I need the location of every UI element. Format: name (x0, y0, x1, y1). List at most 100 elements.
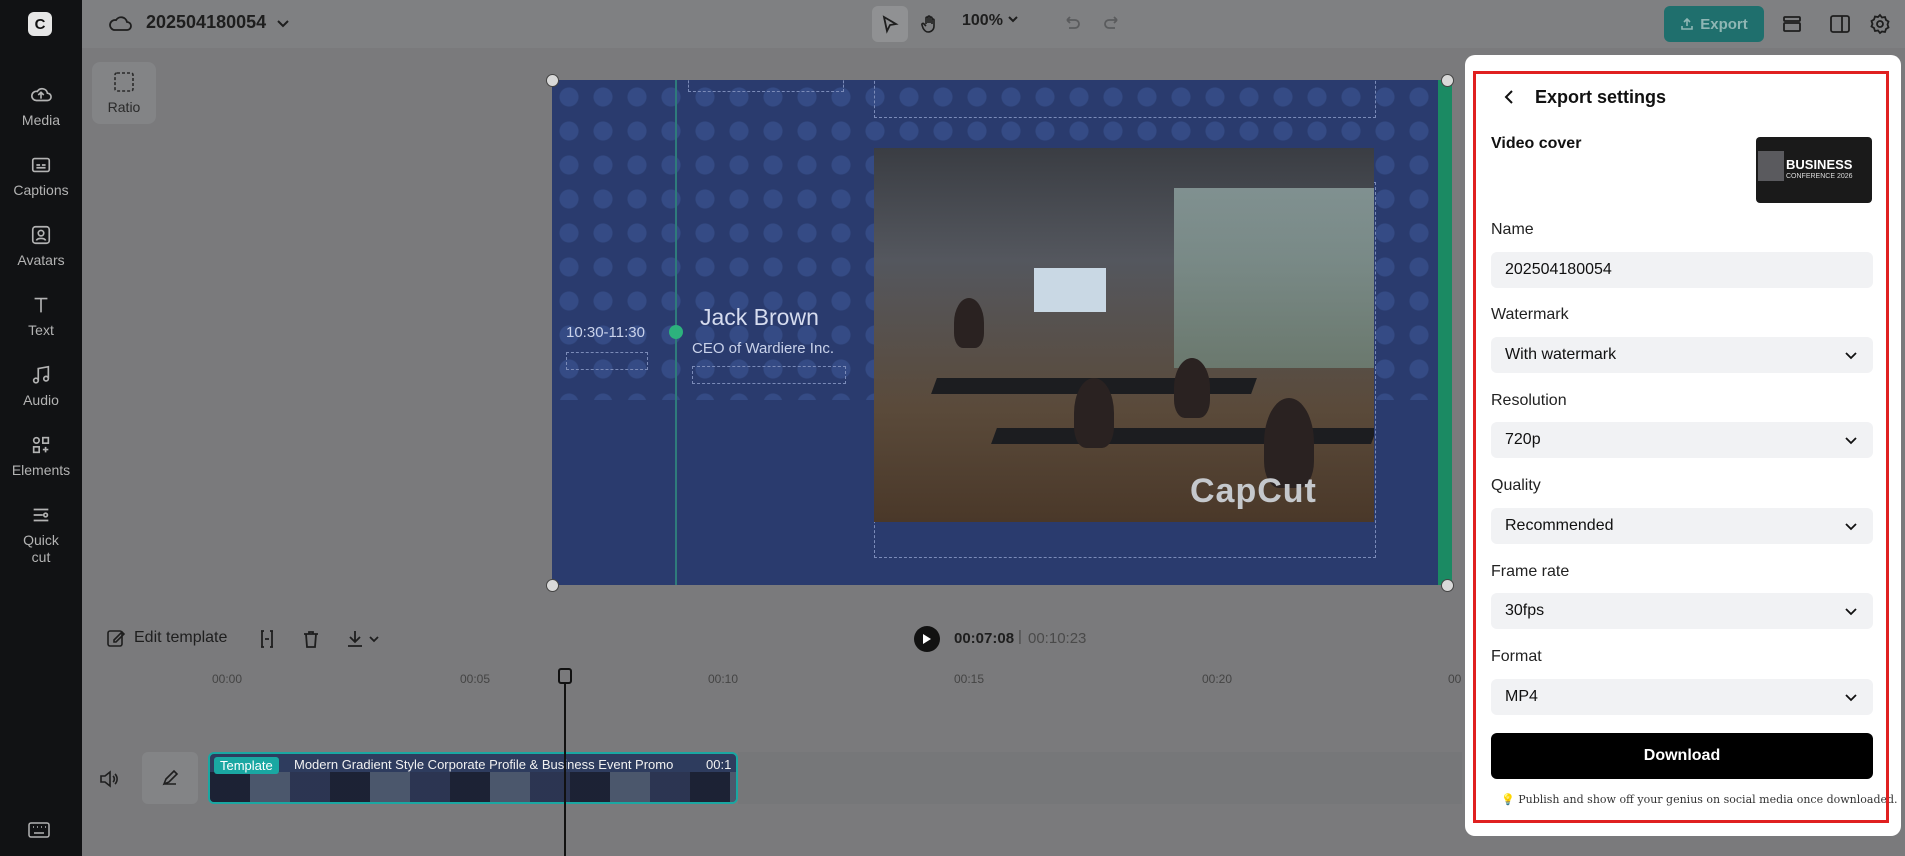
watermark-select[interactable]: With watermark (1491, 337, 1873, 373)
download-button[interactable]: Download (1491, 733, 1873, 779)
playhead-line[interactable] (564, 670, 566, 856)
text-icon (34, 297, 48, 313)
resolution-label: Resolution (1491, 392, 1567, 409)
sidebar-item-media[interactable]: Media (0, 84, 82, 129)
sidebar-item-label: Elements (11, 462, 71, 478)
ratio-button[interactable]: Ratio (92, 62, 156, 124)
layers-icon[interactable] (1780, 12, 1804, 36)
export-settings-panel: Export settings Video cover BUSINESS CON… (1465, 55, 1901, 836)
trash-icon[interactable] (300, 628, 322, 650)
undo-icon[interactable] (1060, 12, 1082, 34)
template-clip[interactable]: Template Modern Gradient Style Corporate… (208, 752, 738, 804)
preview-canvas[interactable]: 10:30-11:30 Jack Brown CEO of Wardiere I… (552, 80, 1452, 585)
zoom-dropdown[interactable]: 100% (962, 12, 1019, 30)
sidebar-item-captions[interactable]: Captions (0, 154, 82, 199)
back-arrow-icon[interactable] (1499, 87, 1519, 107)
top-bar: 202504180054 100% Export (82, 0, 1905, 48)
ruler-tick: 00:05 (460, 672, 491, 686)
redo-icon[interactable] (1102, 12, 1124, 34)
track-edit-button[interactable] (142, 752, 198, 804)
sidebar-item-quick-cut[interactable]: Quick cut (0, 504, 82, 566)
export-button[interactable]: Export (1664, 6, 1764, 42)
resize-handle[interactable] (546, 579, 559, 592)
text-box-outline[interactable] (566, 352, 648, 370)
chevron-down-icon[interactable] (368, 628, 380, 650)
chevron-down-icon (1845, 694, 1857, 702)
gear-icon[interactable] (1868, 12, 1892, 36)
cloud-sync-icon[interactable] (108, 12, 132, 36)
ruler-tick: 00:10 (708, 672, 739, 686)
resolution-value: 720p (1505, 431, 1541, 448)
photo-window (1174, 188, 1374, 368)
session-time[interactable]: 10:30-11:30 (566, 324, 645, 341)
left-sidebar: C Media Captions Avatars Text Audio Elem… (0, 0, 82, 856)
conference-photo[interactable]: CapCut (874, 148, 1374, 522)
play-button[interactable] (914, 626, 940, 652)
resize-handle[interactable] (546, 74, 559, 87)
frame-rate-select[interactable]: 30fps (1491, 593, 1873, 629)
sidebar-item-audio[interactable]: Audio (0, 364, 82, 409)
resize-handle[interactable] (1441, 74, 1454, 87)
format-select[interactable]: MP4 (1491, 679, 1873, 715)
quick-cut-icon (33, 508, 49, 522)
publish-hint-text: Publish and show off your genius on soci… (1518, 793, 1898, 806)
capcut-logo[interactable]: C (28, 12, 52, 36)
pen-icon (162, 769, 179, 786)
edit-toolbar: Edit template 00:07:08 | 00:10:23 (82, 616, 1462, 660)
layout-panel-icon[interactable] (1828, 12, 1852, 36)
name-label: Name (1491, 221, 1534, 238)
volume-icon[interactable] (98, 768, 120, 790)
timeline-dot (669, 325, 683, 339)
chevron-down-icon (1845, 608, 1857, 616)
sidebar-item-elements[interactable]: Elements (0, 434, 82, 479)
photo-person (1074, 378, 1114, 448)
name-value: 202504180054 (1505, 261, 1612, 278)
cover-image (1758, 151, 1784, 181)
clip-name: Modern Gradient Style Corporate Profile … (294, 757, 674, 772)
sidebar-item-label: Text (28, 322, 54, 338)
text-box-outline[interactable] (692, 366, 846, 384)
play-icon (923, 634, 931, 644)
hand-tool-button[interactable] (912, 6, 948, 42)
speaker-name[interactable]: Jack Brown (700, 304, 819, 331)
cover-subtitle: CONFERENCE 2026 (1786, 173, 1853, 180)
track-background (738, 752, 1462, 804)
ruler-tick: 00:00 (212, 672, 243, 686)
video-cover-thumbnail[interactable]: BUSINESS CONFERENCE 2026 (1756, 137, 1872, 203)
playhead-handle[interactable] (558, 668, 572, 684)
chevron-down-icon (1008, 16, 1019, 23)
quality-select[interactable]: Recommended (1491, 508, 1873, 544)
edit-template-button[interactable]: Edit template (106, 628, 227, 648)
music-note-icon (32, 365, 50, 384)
format-label: Format (1491, 648, 1542, 665)
sidebar-item-label: Avatars (17, 252, 65, 268)
photo-table (991, 428, 1374, 444)
name-input[interactable]: 202504180054 (1491, 252, 1873, 288)
chevron-down-icon (1845, 523, 1857, 531)
clip-thumbnails (210, 772, 736, 802)
select-tool-button[interactable] (872, 6, 908, 42)
photo-person (1174, 358, 1210, 418)
sidebar-item-avatars[interactable]: Avatars (0, 224, 82, 269)
resize-handle[interactable] (1441, 579, 1454, 592)
ruler-tick: 00:15 (954, 672, 985, 686)
split-icon[interactable] (256, 628, 278, 650)
video-cover-label: Video cover (1491, 135, 1582, 152)
current-time: 00:07:08 (954, 630, 1015, 647)
share-icon (1681, 17, 1694, 30)
text-box-outline[interactable] (688, 80, 844, 92)
clip-tag: Template (214, 757, 279, 774)
sidebar-item-text[interactable]: Text (0, 294, 82, 339)
chevron-down-icon[interactable] (274, 14, 292, 32)
text-box-outline[interactable] (874, 80, 1376, 118)
download-icon[interactable] (344, 628, 366, 650)
ruler-tick: 00:20 (1202, 672, 1233, 686)
timeline-ruler[interactable]: 00:00 00:05 00:10 00:15 00:20 00 (82, 668, 1462, 690)
upload-cloud-icon (31, 87, 52, 102)
lightbulb-icon: 💡 (1501, 793, 1515, 806)
time-separator: | (1018, 628, 1022, 645)
speaker-role[interactable]: CEO of Wardiere Inc. (692, 340, 834, 357)
keyboard-icon[interactable] (28, 822, 50, 838)
resolution-select[interactable]: 720p (1491, 422, 1873, 458)
project-title[interactable]: 202504180054 (146, 12, 266, 33)
